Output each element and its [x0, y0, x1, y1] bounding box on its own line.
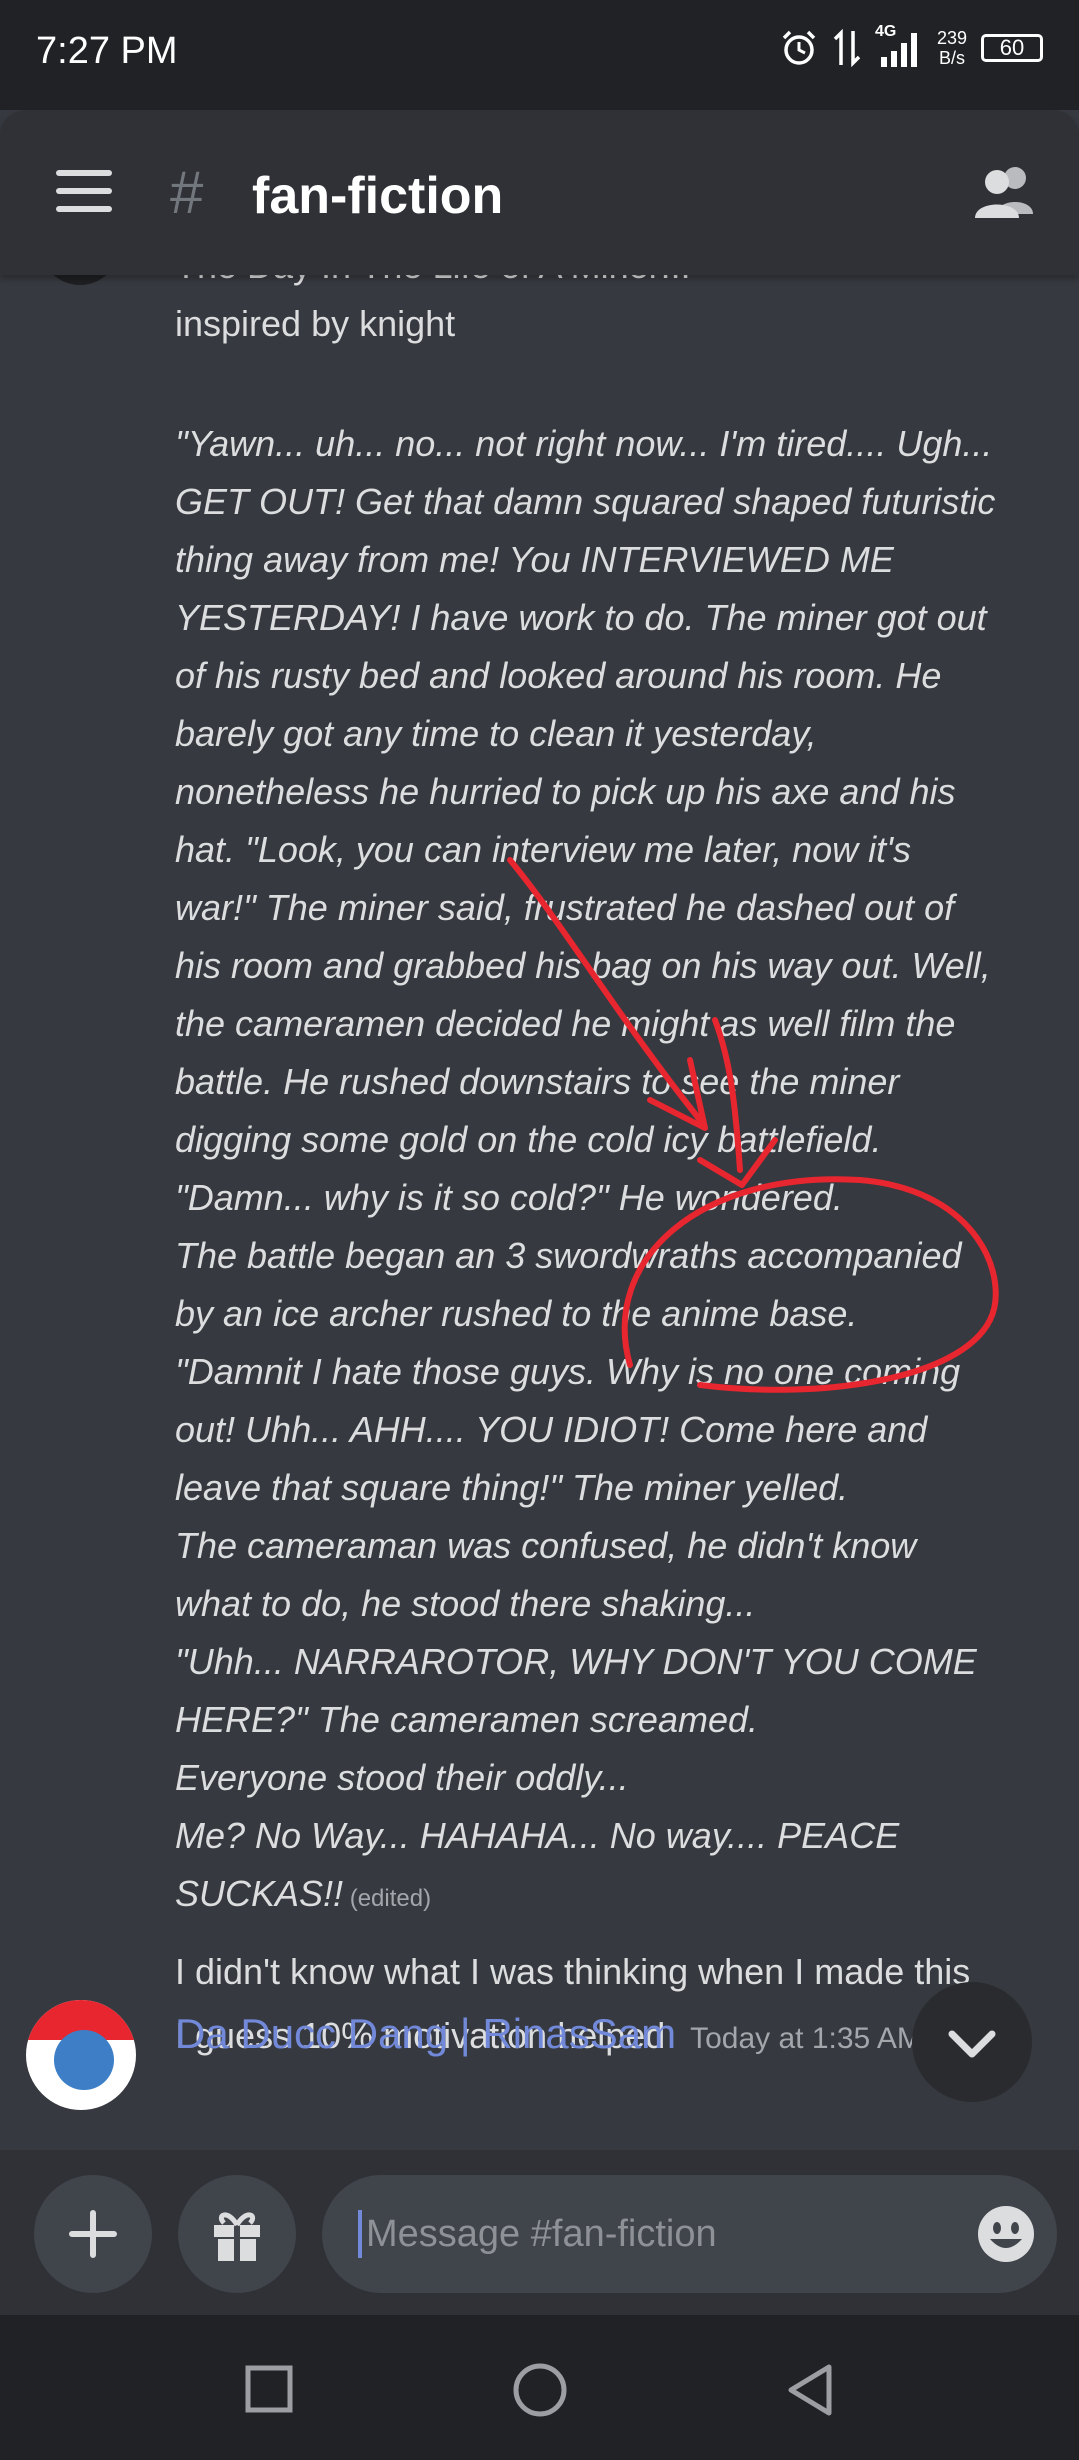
story-line: digging some gold on the cold icy battle… — [175, 1119, 882, 1160]
jump-to-bottom-button[interactable] — [912, 1982, 1032, 2102]
channel-hash-icon: # — [170, 159, 204, 226]
author-name[interactable]: Da Ducc Dang | RinasSam — [175, 2010, 676, 2057]
battery-level: 60 — [999, 35, 1025, 60]
story-text: "Yawn... uh... no... not right now... I'… — [175, 415, 1070, 1928]
gift-button[interactable] — [178, 2175, 296, 2293]
channel-title: fan-fiction — [252, 167, 504, 225]
avatar[interactable] — [26, 2000, 136, 2110]
recents-icon[interactable] — [245, 2365, 293, 2413]
add-attachment-button[interactable] — [34, 2175, 152, 2293]
message-list[interactable]: The Day In The Life of A Miner!!! inspir… — [0, 275, 1079, 2150]
story-line: SUCKAS!! (edited) — [175, 1873, 432, 1914]
data-transfer-icon — [833, 29, 861, 67]
network-type: 4G — [874, 23, 897, 40]
story-line: "Damnit I hate those guys. Why is no one… — [175, 1351, 961, 1392]
story-line: YESTERDAY! I have work to do. The miner … — [175, 597, 987, 638]
story-line: "Damn... why is it so cold?" He wondered… — [175, 1177, 843, 1218]
status-icons: 4G 239 B/s 60 — [779, 23, 1043, 68]
story-line: GET OUT! Get that damn squared shaped fu… — [175, 481, 996, 522]
signal-indicator: 4G — [875, 23, 923, 67]
emoji-icon[interactable] — [977, 2205, 1035, 2263]
network-speed: 239 B/s — [936, 28, 967, 68]
story-line: Everyone stood their oddly... — [175, 1757, 629, 1798]
home-icon[interactable] — [512, 2362, 568, 2418]
story-line: The cameraman was confused, he didn't kn… — [175, 1525, 917, 1566]
battery-icon: 60 — [981, 34, 1043, 62]
story-line: out! Uhh... AHH.... YOU IDIOT! Come here… — [175, 1409, 928, 1450]
story-line: nonetheless he hurried to pick up his ax… — [175, 771, 956, 812]
story-line: what to do, he stood there shaking... — [175, 1583, 756, 1624]
story-line: The battle began an 3 swordwraths accomp… — [175, 1235, 962, 1276]
clock: 7:27 PM — [36, 30, 178, 72]
channel-header: # fan-fiction — [0, 110, 1079, 275]
story-line: his room and grabbed his bag on his way … — [175, 945, 991, 986]
alarm-icon — [782, 30, 816, 65]
message-composer: Message #fan-fiction — [0, 2150, 1079, 2315]
story-line: war!" The miner said, frustrated he dash… — [175, 887, 955, 928]
message-timestamp: Today at 1:35 AM — [690, 2022, 922, 2055]
story-line: hat. "Look, you can interview me later, … — [175, 829, 912, 870]
story-line: by an ice archer rushed to the anime bas… — [175, 1293, 858, 1334]
story-title: The Day In The Life of A Miner!!! — [175, 275, 1070, 287]
android-navigation-bar — [0, 2315, 1079, 2460]
story-subtitle: inspired by knight — [175, 303, 456, 344]
plus-icon — [69, 2210, 117, 2258]
text-caret — [358, 2210, 362, 2258]
edited-tag: (edited) — [343, 1885, 432, 1912]
story-line: battle. He rushed downstairs to see the … — [175, 1061, 900, 1102]
story-line: of his rusty bed and looked around his r… — [175, 655, 942, 696]
story-line: "Yawn... uh... no... not right now... I'… — [175, 423, 993, 464]
story-line: HERE?" The cameramen screamed. — [175, 1699, 758, 1740]
story-line: barely got any time to clean it yesterda… — [175, 713, 817, 754]
story-line: thing away from me! You INTERVIEWED ME — [175, 539, 894, 580]
back-icon[interactable] — [785, 2363, 835, 2417]
status-bar: 7:27 PM 4G 239 B/s 60 — [0, 0, 1079, 110]
message-input-placeholder: Message #fan-fiction — [366, 2212, 717, 2255]
story-line: "Uhh... NARRAROTOR, WHY DON'T YOU COME — [175, 1641, 977, 1682]
story-line: Me? No Way... HAHAHA... No way.... PEACE — [175, 1815, 900, 1856]
members-icon[interactable] — [971, 162, 1041, 222]
menu-icon[interactable] — [56, 170, 112, 212]
message-header: Da Ducc Dang | RinasSam Today at 1:35 AM — [175, 2010, 922, 2058]
story-line: leave that square thing!" The miner yell… — [175, 1467, 849, 1508]
message-input[interactable]: Message #fan-fiction — [322, 2175, 1057, 2293]
story-line: the cameramen decided he might as well f… — [175, 1003, 956, 1044]
gift-icon — [214, 2212, 260, 2261]
avatar[interactable] — [40, 275, 120, 285]
chevron-down-icon — [948, 2030, 996, 2058]
